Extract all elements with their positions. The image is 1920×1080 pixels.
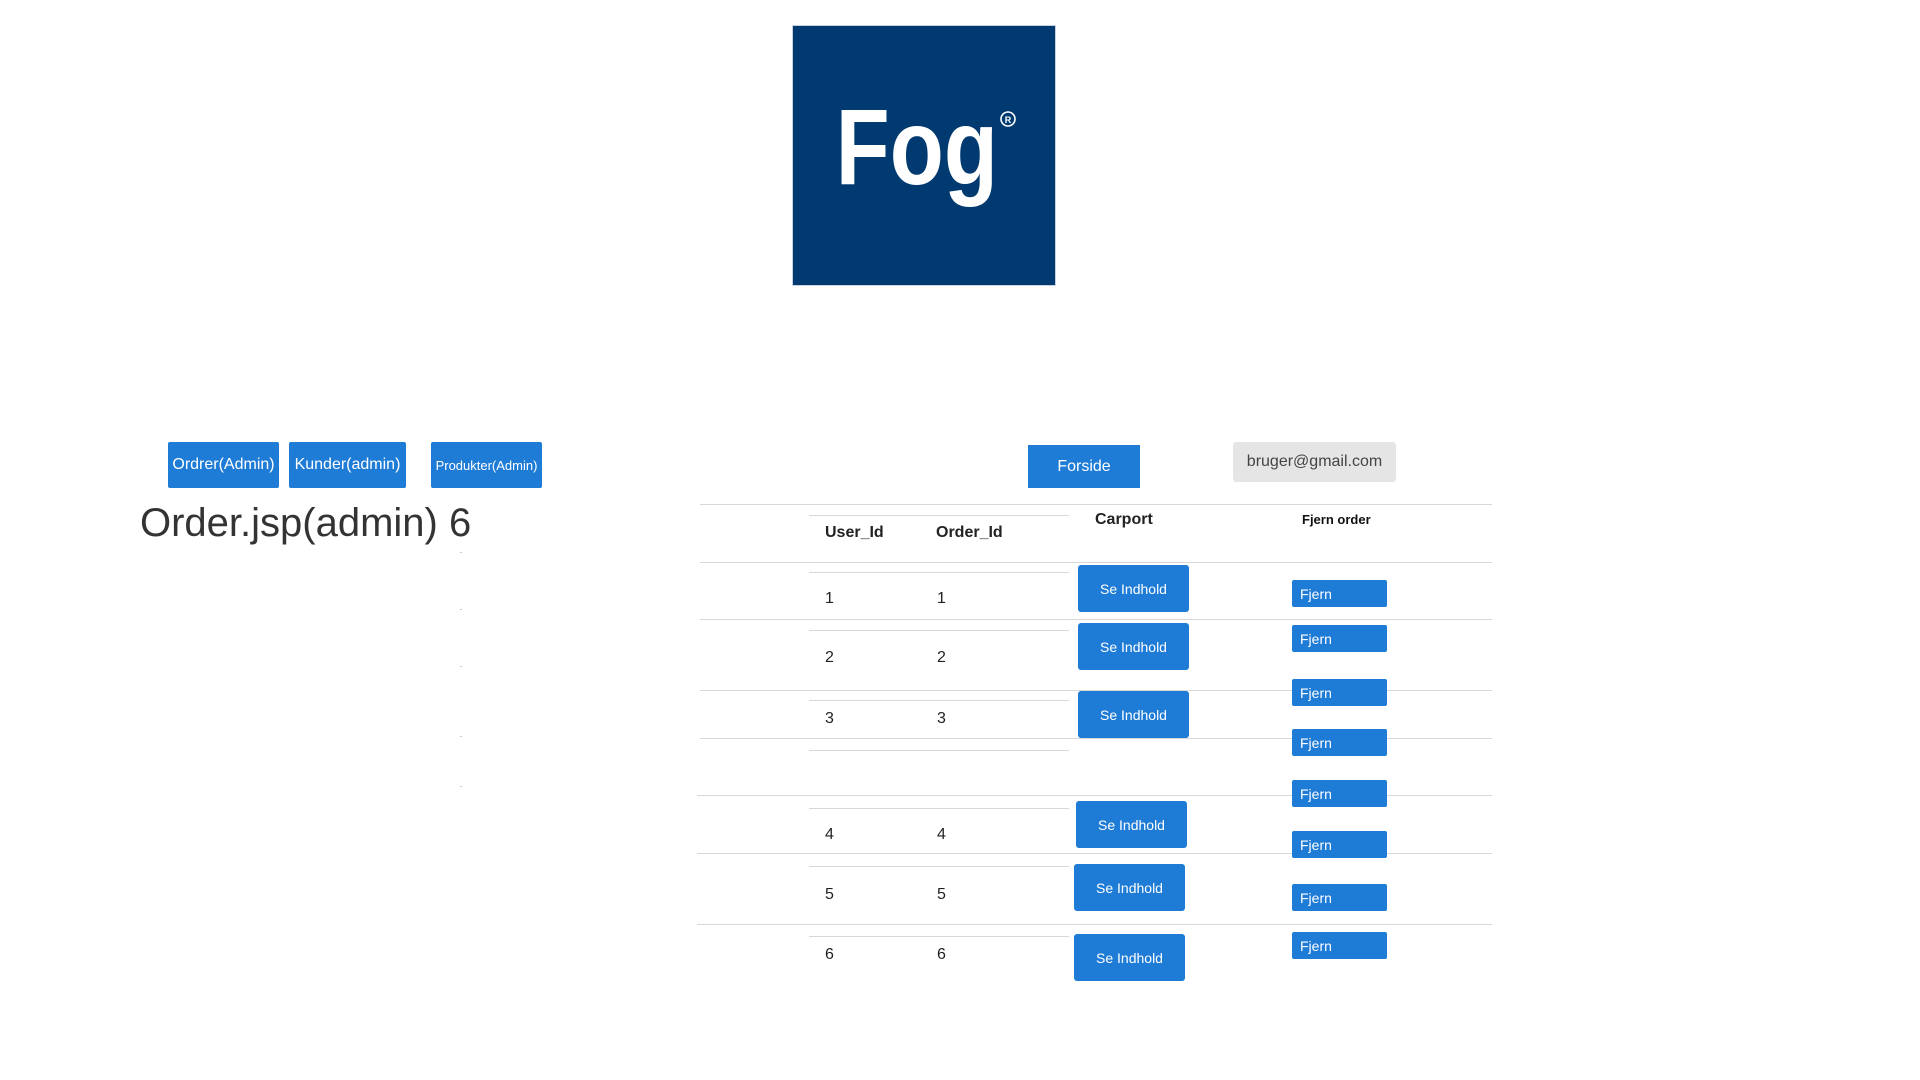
cell-user-id: 5 — [825, 886, 834, 903]
column-header-remove: Fjern order — [1302, 512, 1371, 527]
table-divider — [700, 504, 1492, 505]
table-divider — [697, 924, 1492, 925]
fog-logo: Fog R — [793, 26, 1055, 285]
remove-order-button[interactable]: Fjern — [1292, 580, 1387, 607]
inner-table-divider — [809, 936, 1069, 937]
view-content-button[interactable]: Se Indhold — [1078, 565, 1189, 612]
table-divider — [700, 619, 1492, 620]
page-title: Order.jsp(admin) 6 — [140, 501, 472, 545]
divider-dot — [460, 666, 462, 667]
table-divider — [700, 562, 1492, 563]
view-content-button[interactable]: Se Indhold — [1078, 691, 1189, 738]
svg-text:R: R — [1005, 115, 1012, 125]
products-admin-button[interactable]: Produkter(Admin) — [431, 442, 542, 488]
divider-dot — [460, 609, 462, 610]
cell-user-id: 4 — [825, 826, 834, 843]
remove-order-button[interactable]: Fjern — [1292, 679, 1387, 706]
remove-order-button[interactable]: Fjern — [1292, 932, 1387, 959]
inner-table-divider — [809, 808, 1069, 809]
cell-user-id: 3 — [825, 710, 834, 727]
remove-order-button[interactable]: Fjern — [1292, 625, 1387, 652]
divider-dot — [460, 786, 462, 787]
cell-user-id: 2 — [825, 649, 834, 666]
user-email-badge[interactable]: bruger@gmail.com — [1233, 442, 1396, 482]
inner-table-divider — [809, 866, 1069, 867]
inner-table-divider — [809, 750, 1069, 751]
view-content-button[interactable]: Se Indhold — [1074, 934, 1185, 981]
cell-user-id: 1 — [825, 590, 834, 607]
view-content-button[interactable]: Se Indhold — [1078, 623, 1189, 670]
orders-admin-button[interactable]: Ordrer(Admin) — [168, 442, 279, 488]
logo-text: Fog — [836, 87, 998, 207]
column-header-carport: Carport — [1095, 511, 1153, 528]
cell-order-id: 2 — [937, 649, 946, 666]
remove-order-button[interactable]: Fjern — [1292, 780, 1387, 807]
column-header-order-id: Order_Id — [936, 524, 1003, 541]
inner-table-divider — [809, 630, 1069, 631]
customers-admin-button[interactable]: Kunder(admin) — [289, 442, 406, 488]
cell-order-id: 3 — [937, 710, 946, 727]
cell-user-id: 6 — [825, 946, 834, 963]
home-button[interactable]: Forside — [1028, 445, 1140, 488]
cell-order-id: 4 — [937, 826, 946, 843]
divider-dot — [460, 552, 462, 553]
remove-order-button[interactable]: Fjern — [1292, 831, 1387, 858]
view-content-button[interactable]: Se Indhold — [1074, 864, 1185, 911]
inner-table-divider — [809, 700, 1069, 701]
inner-table-divider — [809, 572, 1069, 573]
remove-order-button[interactable]: Fjern — [1292, 729, 1387, 756]
inner-table-divider — [809, 515, 1069, 516]
fog-logo-mark: Fog R — [836, 87, 1016, 207]
view-content-button[interactable]: Se Indhold — [1076, 801, 1187, 848]
cell-order-id: 5 — [937, 886, 946, 903]
cell-order-id: 6 — [937, 946, 946, 963]
divider-dot — [460, 736, 462, 737]
cell-order-id: 1 — [937, 590, 946, 607]
remove-order-button[interactable]: Fjern — [1292, 884, 1387, 911]
column-header-user-id: User_Id — [825, 524, 884, 541]
